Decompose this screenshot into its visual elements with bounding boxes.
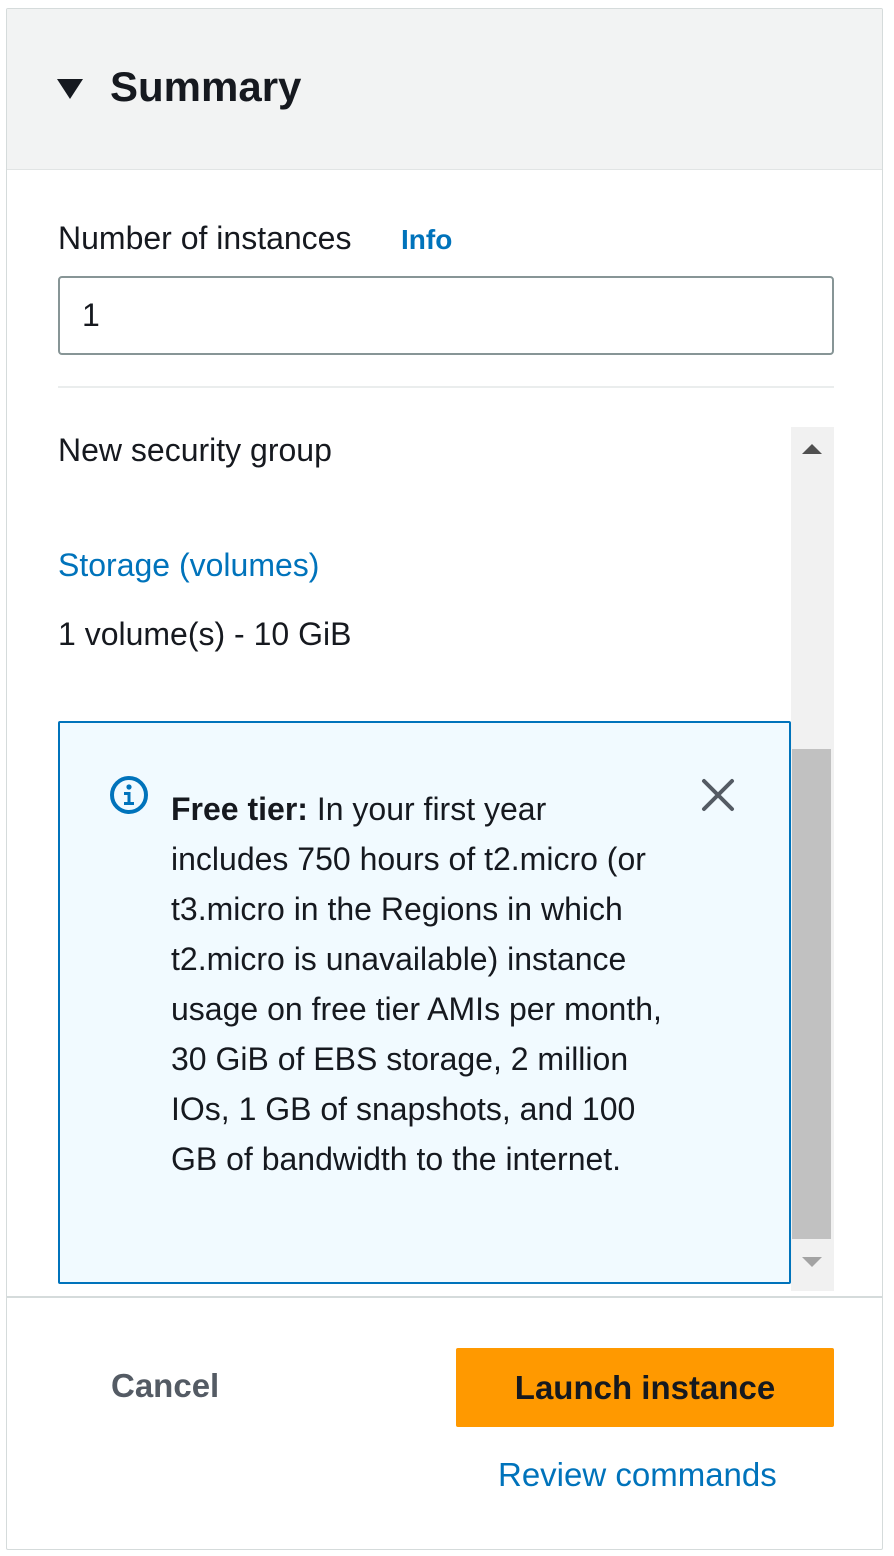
info-circle-icon [110,776,148,814]
close-icon[interactable] [698,775,738,815]
scrollbar-thumb[interactable] [792,749,831,1239]
scroll-up-arrow-icon[interactable] [802,444,822,454]
security-group-value: New security group [58,432,332,468]
cancel-button[interactable]: Cancel [87,1356,247,1416]
storage-volumes-value: 1 volume(s) - 10 GiB [58,616,352,652]
summary-scroll-area[interactable]: New security group Storage (volumes) 1 v… [58,427,834,1291]
info-link[interactable]: Info [401,221,452,259]
launch-instance-button[interactable]: Launch instance [456,1348,834,1427]
section-divider [58,386,834,388]
number-of-instances-input[interactable] [58,276,834,355]
summary-header[interactable]: Summary [7,9,882,170]
free-tier-alert-message: Free tier: In your first year includes 7… [171,784,671,1184]
summary-title: Summary [110,63,302,110]
storage-volumes-link[interactable]: Storage (volumes) [58,542,319,588]
review-commands-link[interactable]: Review commands [498,1453,777,1497]
caret-down-icon[interactable] [57,79,83,99]
summary-panel: Summary Number of instances Info New sec… [6,8,883,1550]
free-tier-text: In your first year includes 750 hours of… [171,791,662,1177]
footer-divider [7,1296,882,1298]
number-of-instances-label: Number of instances [58,220,352,256]
scroll-down-arrow-icon[interactable] [802,1257,822,1267]
free-tier-alert: Free tier: In your first year includes 7… [58,721,791,1284]
vertical-scrollbar[interactable] [791,427,834,1291]
free-tier-label: Free tier: [171,791,308,827]
